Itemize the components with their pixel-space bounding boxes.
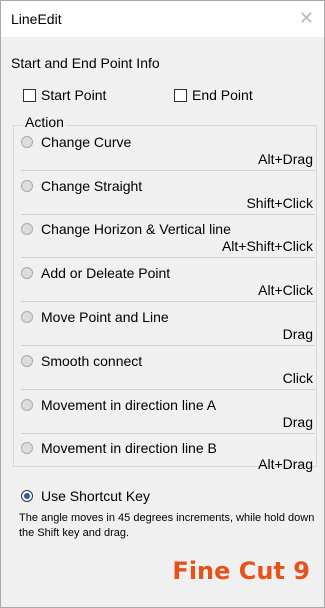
action-label: Change Curve: [41, 134, 132, 150]
action-label: Change Horizon & Vertical line: [41, 221, 231, 237]
action-change-horizon-vertical[interactable]: Change Horizon & Vertical line Alt+Shift…: [19, 221, 315, 261]
divider: [21, 433, 315, 434]
divider: [21, 257, 315, 258]
title-bar: LineEdit ✕: [1, 1, 324, 37]
logo-text: Fine Cut 9: [172, 557, 310, 585]
radio-icon[interactable]: [21, 442, 33, 454]
window-title: LineEdit: [11, 11, 62, 27]
radio-selected-icon[interactable]: [21, 490, 33, 502]
action-shortcut: Click: [282, 370, 313, 386]
action-shortcut: Shift+Click: [246, 195, 313, 211]
action-smooth-connect[interactable]: Smooth connect Click: [19, 353, 315, 393]
action-label: Movement in direction line B: [41, 440, 217, 456]
start-end-label: Start and End Point Info: [11, 55, 160, 71]
action-direction-line-b[interactable]: Movement in direction line B Alt+Drag: [19, 440, 315, 480]
action-label: Change Straight: [41, 178, 143, 194]
radio-icon[interactable]: [21, 267, 33, 279]
radio-icon[interactable]: [21, 223, 33, 235]
end-point-label: End Point: [192, 87, 253, 103]
radio-icon[interactable]: [21, 311, 33, 323]
end-point-checkbox[interactable]: End Point: [174, 87, 253, 103]
action-shortcut: Drag: [282, 414, 313, 430]
radio-icon[interactable]: [21, 355, 33, 367]
action-label: Smooth connect: [41, 353, 143, 369]
action-move-point-line[interactable]: Move Point and Line Drag: [19, 309, 315, 349]
divider: [21, 301, 315, 302]
action-shortcut: Alt+Drag: [258, 456, 313, 472]
action-label: Add or Deleate Point: [41, 265, 171, 281]
action-label: Move Point and Line: [41, 309, 169, 325]
action-direction-line-a[interactable]: Movement in direction line A Drag: [19, 397, 315, 437]
use-shortcut-label: Use Shortcut Key: [41, 488, 150, 504]
lineedit-window: LineEdit ✕ Start and End Point Info Star…: [0, 0, 325, 608]
action-label: Movement in direction line A: [41, 397, 217, 413]
action-change-straight[interactable]: Change Straight Shift+Click: [19, 178, 315, 218]
start-point-checkbox[interactable]: Start Point: [23, 87, 106, 103]
use-shortcut-radio[interactable]: Use Shortcut Key: [19, 488, 309, 506]
checkbox-box[interactable]: [174, 88, 187, 102]
shortcut-note: The angle moves in 45 degrees increments…: [19, 512, 315, 539]
divider: [21, 170, 315, 171]
close-icon[interactable]: ✕: [299, 9, 314, 27]
radio-icon[interactable]: [21, 399, 33, 411]
fine-cut-logo: Fine Cut 9: [172, 557, 310, 585]
action-shortcut: Alt+Click: [258, 282, 313, 298]
divider: [21, 389, 315, 390]
action-change-curve[interactable]: Change Curve Alt+Drag: [19, 134, 315, 174]
start-point-label: Start Point: [41, 87, 107, 103]
action-shortcut: Alt+Drag: [258, 151, 313, 167]
checkbox-box[interactable]: [23, 88, 36, 102]
radio-icon[interactable]: [21, 136, 33, 148]
action-shortcut: Alt+Shift+Click: [221, 238, 313, 254]
divider: [21, 345, 315, 346]
action-group-title: Action: [23, 114, 66, 130]
radio-icon[interactable]: [21, 180, 33, 192]
divider: [21, 214, 315, 215]
action-add-delete-point[interactable]: Add or Deleate Point Alt+Click: [19, 265, 315, 305]
action-shortcut: Drag: [282, 326, 313, 342]
